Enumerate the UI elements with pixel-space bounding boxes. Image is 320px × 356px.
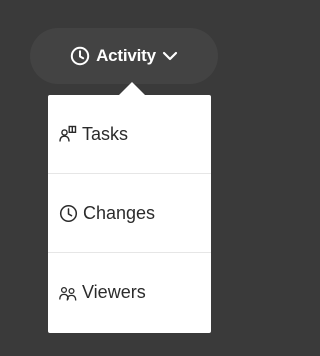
tasks-icon <box>59 125 77 143</box>
activity-dropdown-menu: Tasks Changes Viewers <box>48 95 211 333</box>
clock-icon <box>70 46 90 66</box>
clock-icon <box>59 204 78 223</box>
menu-item-label: Viewers <box>82 282 146 302</box>
activity-button[interactable]: Activity <box>30 28 218 84</box>
menu-item-label: Changes <box>83 202 156 223</box>
viewers-icon <box>59 284 77 302</box>
dropdown-caret <box>118 82 146 96</box>
activity-label: Activity <box>96 46 156 65</box>
chevron-down-icon <box>162 50 178 62</box>
menu-item-viewers[interactable]: Viewers <box>48 253 211 332</box>
menu-item-changes[interactable]: Changes <box>48 174 211 253</box>
menu-item-label: Tasks <box>82 123 129 144</box>
menu-item-tasks[interactable]: Tasks <box>48 95 211 174</box>
